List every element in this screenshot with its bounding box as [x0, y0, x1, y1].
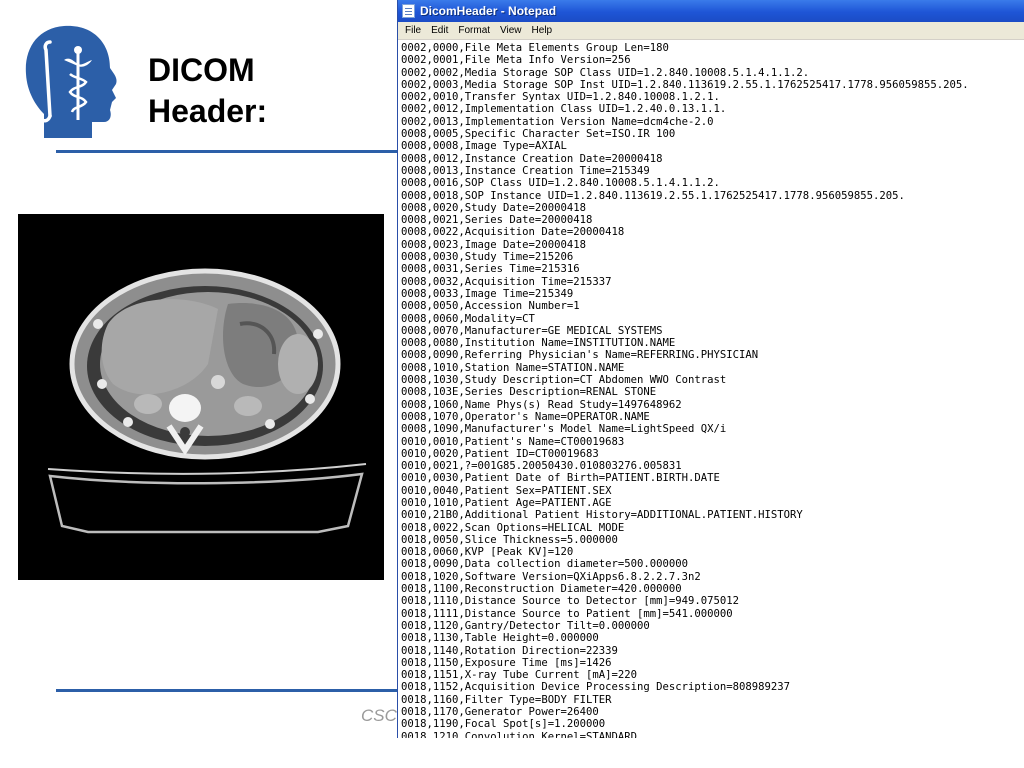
- title-divider: [56, 150, 401, 153]
- header-line: 0018,1210,Convolution Kernel=STANDARD: [401, 730, 637, 738]
- menu-format[interactable]: Format: [453, 25, 495, 36]
- header-line: 0018,1110,Distance Source to Detector [m…: [401, 595, 740, 608]
- header-line: 0008,0008,Image Type=AXIAL: [401, 140, 567, 153]
- window-title: DicomHeader - Notepad: [420, 4, 557, 18]
- header-line: 0008,1070,Operator's Name=OPERATOR.NAME: [401, 410, 650, 423]
- header-line: 0018,1151,X-ray Tube Current [mA]=220: [401, 669, 637, 682]
- header-line: 0008,0033,Image Time=215349: [401, 287, 574, 300]
- header-line: 0002,0001,File Meta Info Version=256: [401, 54, 631, 67]
- notepad-icon: [402, 4, 415, 18]
- header-line: 0018,1100,Reconstruction Diameter=420.00…: [401, 583, 682, 596]
- header-line: 0018,1111,Distance Source to Patient [mm…: [401, 607, 733, 620]
- slide-title-line-1: DICOM: [148, 52, 255, 88]
- header-line: 0018,1152,Acquisition Device Processing …: [401, 681, 791, 694]
- header-line: 0010,0010,Patient's Name=CT00019683: [401, 435, 625, 448]
- menu-help[interactable]: Help: [527, 25, 558, 36]
- header-line: 0008,0080,Institution Name=INSTITUTION.N…: [401, 337, 676, 350]
- header-line: 0018,1120,Gantry/Detector Tilt=0.000000: [401, 619, 650, 632]
- header-line: 0010,1010,Patient Age=PATIENT.AGE: [401, 496, 612, 509]
- header-line: 0008,1060,Name Phys(s) Read Study=149764…: [401, 398, 682, 411]
- header-line: 0018,1170,Generator Power=26400: [401, 706, 599, 719]
- header-line: 0018,1020,Software Version=QXiApps6.8.2.…: [401, 570, 701, 583]
- header-line: 0008,0050,Accession Number=1: [401, 300, 580, 313]
- header-line: 0018,1140,Rotation Direction=22339: [401, 644, 618, 657]
- header-line: 0008,0005,Specific Character Set=ISO.IR …: [401, 128, 676, 141]
- header-line: 0008,0012,Instance Creation Date=2000041…: [401, 152, 663, 165]
- header-line: 0008,0023,Image Date=20000418: [401, 238, 586, 251]
- header-line: 0018,0050,Slice Thickness=5.000000: [401, 533, 618, 546]
- header-line: 0018,1130,Table Height=0.000000: [401, 632, 599, 645]
- footer-divider: [56, 689, 401, 692]
- header-line: 0018,1150,Exposure Time [ms]=1426: [401, 656, 612, 669]
- header-line: 0010,0021,?=001G85.20050430.010803276.00…: [401, 460, 682, 473]
- header-line: 0010,0020,Patient ID=CT00019683: [401, 447, 599, 460]
- header-line: 0018,0022,Scan Options=HELICAL MODE: [401, 521, 625, 534]
- slicer-logo-icon: [20, 22, 120, 142]
- menu-file[interactable]: File: [400, 25, 426, 36]
- header-line: 0008,0016,SOP Class UID=1.2.840.10008.5.…: [401, 177, 720, 190]
- header-line: 0008,1010,Station Name=STATION.NAME: [401, 361, 625, 374]
- header-line: 0002,0000,File Meta Elements Group Len=1…: [401, 42, 669, 54]
- ct-scan-image: [18, 214, 384, 580]
- header-line: 0008,103E,Series Description=RENAL STONE: [401, 386, 657, 399]
- window-titlebar[interactable]: DicomHeader - Notepad: [398, 0, 1024, 22]
- header-line: 0008,0060,Modality=CT: [401, 312, 535, 325]
- header-line: 0008,1030,Study Description=CT Abdomen W…: [401, 374, 727, 387]
- header-line: 0008,0018,SOP Instance UID=1.2.840.11361…: [401, 189, 905, 202]
- header-line: 0018,0090,Data collection diameter=500.0…: [401, 558, 689, 571]
- header-line: 0008,0031,Series Time=215316: [401, 263, 580, 276]
- menu-edit[interactable]: Edit: [426, 25, 453, 36]
- header-line: 0008,1090,Manufacturer's Model Name=Ligh…: [401, 423, 727, 436]
- header-line: 0008,0013,Instance Creation Time=215349: [401, 164, 650, 177]
- header-line: 0008,0030,Study Time=215206: [401, 251, 574, 264]
- header-line: 0008,0070,Manufacturer=GE MEDICAL SYSTEM…: [401, 324, 663, 337]
- header-line: 0010,0030,Patient Date of Birth=PATIENT.…: [401, 472, 720, 485]
- notepad-window[interactable]: DicomHeader - Notepad File Edit Format V…: [397, 0, 1024, 738]
- header-line: 0010,0040,Patient Sex=PATIENT.SEX: [401, 484, 612, 497]
- header-line: 0002,0012,Implementation Class UID=1.2.4…: [401, 103, 727, 116]
- header-line: 0010,21B0,Additional Patient History=ADD…: [401, 509, 803, 522]
- header-line: 0002,0010,Transfer Syntax UID=1.2.840.10…: [401, 91, 720, 104]
- header-line: 0002,0013,Implementation Version Name=dc…: [401, 115, 714, 128]
- header-line: 0018,1190,Focal Spot[s]=1.200000: [401, 718, 606, 731]
- header-line: 0008,0032,Acquisition Time=215337: [401, 275, 612, 288]
- menu-bar: File Edit Format View Help: [398, 22, 1024, 40]
- header-line: 0002,0002,Media Storage SOP Class UID=1.…: [401, 66, 810, 79]
- header-line: 0008,0021,Series Date=20000418: [401, 214, 593, 227]
- header-line: 0008,0090,Referring Physician's Name=REF…: [401, 349, 759, 362]
- header-line: 0008,0022,Acquisition Date=20000418: [401, 226, 625, 239]
- header-line: 0002,0003,Media Storage SOP Inst UID=1.2…: [401, 78, 969, 91]
- header-line: 0008,0020,Study Date=20000418: [401, 201, 586, 214]
- slide-title: DICOM Header:: [148, 50, 267, 132]
- header-line: 0018,1160,Filter Type=BODY FILTER: [401, 693, 612, 706]
- header-line: 0018,0060,KVP [Peak KV]=120: [401, 546, 574, 559]
- slide-title-line-2: Header:: [148, 93, 268, 129]
- menu-view[interactable]: View: [495, 25, 527, 36]
- text-editor-area[interactable]: 0002,0000,File Meta Elements Group Len=1…: [398, 40, 1024, 738]
